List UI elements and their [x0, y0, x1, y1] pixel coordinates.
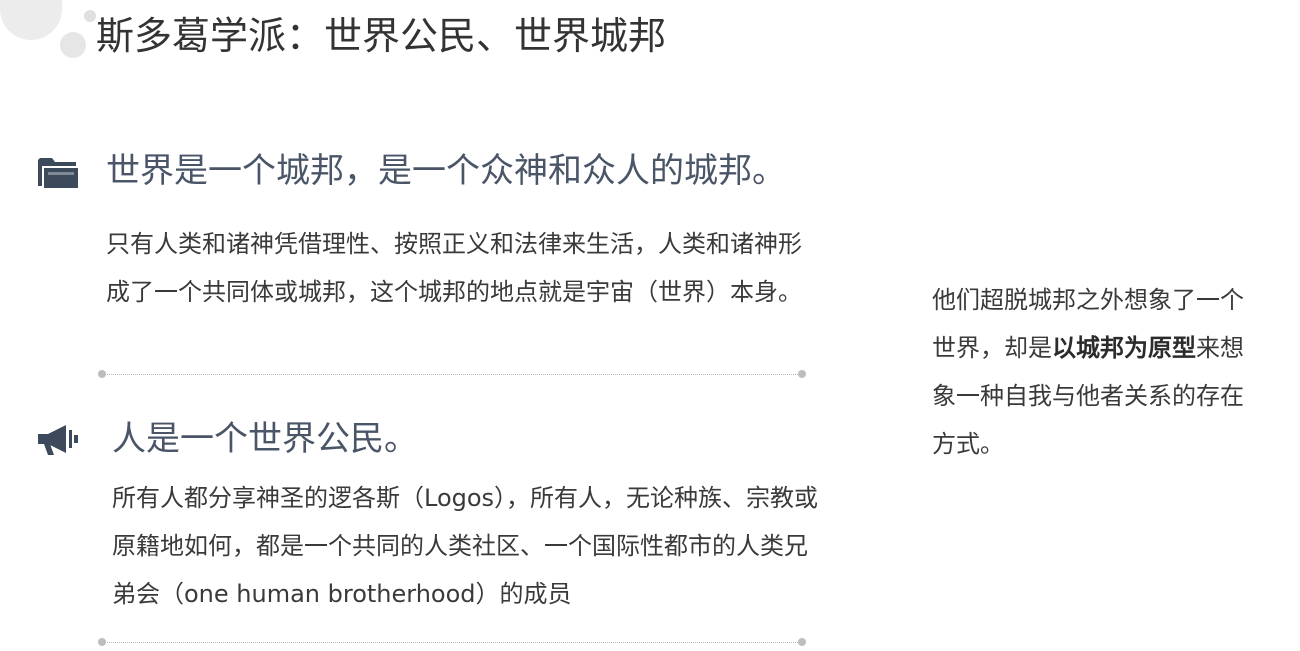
section-body: 只有人类和诸神凭借理性、按照正义和法律来生活，人类和诸神形成了一个共同体或城邦，…: [106, 230, 802, 306]
section-world-city: 世界是一个城邦，是一个众神和众人的城邦。 只有人类和诸神凭借理性、按照正义和法律…: [36, 146, 816, 378]
section-world-citizen: 人是一个世界公民。 所有人都分享神圣的逻各斯（Logos），所有人，无论种族、宗…: [36, 414, 818, 646]
divider-dot: [798, 638, 806, 646]
section-divider: [98, 370, 806, 378]
megaphone-icon: [36, 422, 80, 458]
section-divider: [98, 638, 806, 646]
divider-dot: [98, 638, 106, 646]
section-heading: 人是一个世界公民。: [112, 419, 418, 459]
decorative-circle-medium: [60, 32, 86, 58]
divider-dot: [798, 370, 806, 378]
section-body: 所有人都分享神圣的逻各斯（Logos），所有人，无论种族、宗教或原籍地如何，都是…: [112, 484, 819, 608]
section-heading-row: 世界是一个城邦，是一个众神和众人的城邦。: [36, 146, 816, 198]
decorative-circle-large: [0, 0, 62, 40]
decorative-circle-small: [84, 10, 96, 22]
folder-icon: [36, 154, 80, 190]
side-note: 他们超脱城邦之外想象了一个世界，却是以城邦为原型来想象一种自我与他者关系的存在方…: [932, 276, 1262, 468]
page-title: 斯多葛学派：世界公民、世界城邦: [96, 14, 667, 58]
side-note-emphasis: 以城邦为原型: [1052, 334, 1196, 362]
section-heading-row: 人是一个世界公民。: [36, 414, 816, 466]
section-heading: 世界是一个城邦，是一个众神和众人的城邦。: [106, 151, 786, 191]
divider-dot: [98, 370, 106, 378]
